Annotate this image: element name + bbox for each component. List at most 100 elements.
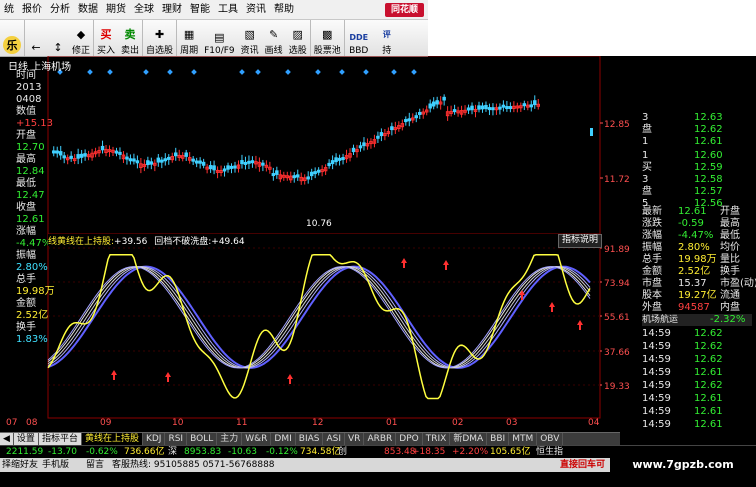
toolbar-icon-9: ▧: [244, 27, 255, 41]
menu-item-10[interactable]: 帮助: [270, 0, 298, 19]
left-panel-row: +15.13: [16, 118, 54, 129]
quote-field-label: 金额: [642, 266, 662, 277]
quote-field-label-2: 开盘: [720, 206, 740, 217]
quote-field-label-2: 量比: [720, 254, 740, 265]
signal-diamond: [87, 69, 93, 75]
menu-item-5[interactable]: 全球: [130, 0, 158, 19]
tick-price: 12.61: [694, 367, 723, 378]
candle-body: [533, 100, 537, 106]
toolbar-button-1[interactable]: ←: [25, 20, 47, 56]
menu-item-8[interactable]: 工具: [214, 0, 242, 19]
indicator-yellow-line: [47, 254, 591, 400]
menu-item-4[interactable]: 期货: [102, 0, 130, 19]
candle-body: [466, 107, 471, 111]
candle-body: [184, 152, 188, 157]
toolbar-button-10[interactable]: ✎ 画线: [262, 20, 286, 57]
tick-price: 12.62: [694, 328, 723, 339]
indicator-axis-label: 91.89: [604, 245, 630, 255]
menu-item-9[interactable]: 资讯: [242, 0, 270, 19]
x-axis-label: 07: [6, 418, 18, 428]
candle-body: [306, 176, 310, 180]
indicator-help-button[interactable]: 指标说明: [558, 234, 603, 248]
price-axis-label: 11.72: [604, 175, 630, 185]
tick-time: 14:59: [642, 367, 671, 378]
candle-body: [428, 103, 432, 109]
menu-item-6[interactable]: 理财: [158, 0, 186, 19]
candle-body: [79, 153, 84, 158]
tick-time: 14:59: [642, 328, 671, 339]
candle-body: [83, 153, 87, 157]
x-axis-label: 10: [172, 418, 184, 428]
candle-body: [351, 147, 356, 153]
indicator-b-label: 回档不破洗盘:: [154, 237, 212, 247]
candle-body: [247, 160, 251, 164]
toolbar-label-9: 资讯: [240, 46, 259, 56]
candle-body: [55, 150, 59, 154]
candle-body: [243, 161, 248, 165]
left-panel-row: 最低: [16, 178, 36, 189]
left-info-panel: 时间 2013 0408 数值 +15.13 开盘 12.70 最高 12.84 最低 12.47 收…: [0, 70, 55, 350]
candle-body: [379, 132, 384, 137]
candle-body: [484, 104, 488, 110]
signal-diamond: [143, 69, 149, 75]
left-panel-row: 换手: [16, 322, 36, 333]
candle-body: [271, 173, 276, 177]
quote-field-value: 15.37: [678, 278, 707, 289]
toolbar-icon-14: 评: [382, 29, 391, 39]
toolbar-button-13[interactable]: DDE BBD: [345, 20, 373, 57]
left-panel-row: 19.98万: [16, 286, 55, 297]
toolbar-label-8: F10/F9: [204, 46, 235, 56]
toolbar-button-4[interactable]: 买买入: [94, 20, 118, 56]
bottom-item-2[interactable]: 留言: [86, 458, 104, 472]
candle-body: [435, 100, 439, 105]
bottom-item-1[interactable]: 手机版: [42, 458, 69, 472]
toolbar-button-9[interactable]: ▧ 资讯: [238, 20, 262, 57]
toolbar-label-4: 买入: [97, 46, 116, 56]
left-panel-row: 最高: [16, 154, 36, 165]
menu-item-0[interactable]: 统: [0, 0, 18, 19]
toolbar-button-11[interactable]: ▨ 选股: [286, 20, 311, 56]
x-axis-label: 08: [26, 418, 38, 428]
quote-value: 12.60: [694, 150, 723, 161]
candle-body: [229, 165, 234, 169]
indicator-b-value: +49.64: [211, 237, 245, 247]
toolbar-button-6[interactable]: ✚ 自选股: [143, 20, 178, 56]
toolbar-icon-1: ←: [31, 40, 41, 54]
toolbar-button-12[interactable]: ▩ 股票池: [311, 20, 345, 56]
quote-field-value: 94587: [678, 302, 710, 313]
x-axis: 07 08 09 10 11 12 01 02 03 04: [0, 418, 600, 430]
buy-arrow: [549, 302, 555, 312]
bottom-item-0[interactable]: 择缩好友: [2, 458, 38, 472]
toolbar-button-7[interactable]: ▦ 周期: [177, 20, 201, 57]
toolbar-icon-12: ▩: [322, 27, 333, 41]
toolbar-button-8[interactable]: ▤ F10/F9: [201, 20, 238, 57]
quote-panel: 3 12.63 盘 12.62 1 12.61 1 12.60 买 12.59 3 12.58 盘 12.…: [640, 112, 756, 432]
quote-value: 12.63: [694, 112, 723, 123]
candle-body: [505, 106, 509, 110]
quote-field-label: 外盘: [642, 302, 662, 313]
candle-body: [128, 158, 133, 162]
menu-item-7[interactable]: 智能: [186, 0, 214, 19]
left-panel-row: 12.84: [16, 166, 45, 177]
candle-body: [334, 157, 338, 163]
candle-body: [296, 174, 300, 178]
quote-label: 1: [642, 136, 649, 147]
toolbar-icon-10: ✎: [269, 27, 279, 41]
toolbar-button-0[interactable]: 乐: [0, 20, 25, 56]
toolbar-button-5[interactable]: 卖卖出: [118, 20, 144, 56]
buy-arrow: [287, 374, 293, 384]
indicator-a-label: 线黄线在上持股:: [48, 237, 115, 247]
menu-item-2[interactable]: 分析: [46, 0, 74, 19]
toolbar-button-3[interactable]: ◆ 修正: [69, 20, 95, 56]
toolbar-icon-8: ▤: [214, 30, 225, 44]
toolbar-button-2[interactable]: ↕: [47, 20, 69, 56]
x-axis-label: 09: [100, 418, 112, 428]
left-panel-row: 振幅: [16, 250, 36, 261]
menu-item-1[interactable]: 报价: [18, 0, 46, 19]
signal-diamond: [167, 69, 173, 75]
menu-item-3[interactable]: 数据: [74, 0, 102, 19]
candle-body: [376, 135, 380, 139]
candle-body: [316, 169, 321, 173]
toolbar-button-14[interactable]: 评持: [373, 20, 401, 57]
candle-body: [160, 159, 164, 163]
